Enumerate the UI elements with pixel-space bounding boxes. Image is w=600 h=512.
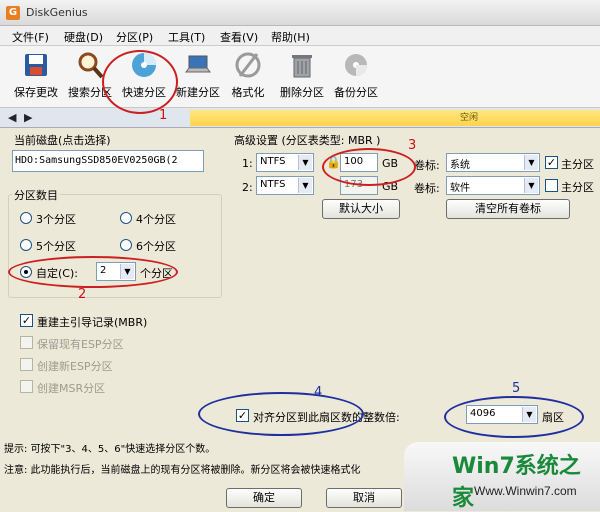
row1-filesystem-value: NTFS	[260, 156, 286, 167]
menu-file[interactable]: 文件(F)	[12, 29, 49, 45]
app-icon: G	[6, 6, 20, 20]
row1-volume-label-text: 卷标:	[414, 159, 440, 172]
menu-tools[interactable]: 工具(T)	[168, 29, 205, 45]
row1-primary-label: 主分区	[561, 158, 594, 171]
new-partition-button[interactable]: 新建分区	[172, 50, 224, 106]
menu-help[interactable]: 帮助(H)	[271, 29, 310, 45]
row2-volume-value: 软件	[450, 183, 470, 194]
row2-index: 2:	[242, 181, 253, 194]
laptop-icon	[185, 55, 211, 73]
window-title: DiskGenius	[26, 6, 88, 19]
row2-volume-label-text: 卷标:	[414, 182, 440, 195]
create-msr-label: 创建MSR分区	[37, 382, 106, 395]
save-changes-button[interactable]: 保存更改	[10, 50, 62, 106]
radio-3-partitions[interactable]	[20, 212, 32, 224]
current-disk-selector[interactable]: HDO:SamsungSSD850EV0250GB(2	[12, 150, 204, 172]
warning-text: 注意: 此功能执行后，当前磁盘上的现有分区将被删除。新分区将会被快速格式化	[4, 465, 361, 476]
chevron-down-icon: ▼	[524, 155, 538, 170]
current-disk-label: 当前磁盘(点击选择)	[14, 134, 111, 147]
cancel-button[interactable]: 取消	[326, 488, 402, 508]
chevron-down-icon: ▼	[298, 178, 312, 193]
create-esp-checkbox[interactable]	[20, 358, 33, 371]
annotation-number-3: 3	[408, 138, 417, 153]
format-label: 格式化	[231, 86, 265, 99]
row2-filesystem-value: NTFS	[260, 179, 286, 190]
trash-icon	[292, 55, 312, 78]
annotation-ring-1	[102, 50, 178, 114]
disk-free-banner: 空闲	[190, 110, 600, 126]
annotation-ring-4	[198, 392, 364, 436]
menu-disk[interactable]: 硬盘(D)	[64, 29, 103, 45]
radio-6-label: 6个分区	[136, 240, 176, 253]
row1-primary-checkbox[interactable]: ✓	[545, 156, 558, 169]
back-arrow-icon[interactable]: ◀	[8, 111, 16, 124]
menu-view[interactable]: 查看(V)	[220, 29, 258, 45]
radio-4-label: 4个分区	[136, 213, 176, 226]
annotation-ring-3	[322, 148, 416, 186]
row1-filesystem-select[interactable]: NTFS ▼	[256, 153, 314, 172]
menu-partition[interactable]: 分区(P)	[116, 29, 153, 45]
rebuild-mbr-label: 重建主引导记录(MBR)	[37, 316, 148, 329]
forward-arrow-icon[interactable]: ▶	[24, 111, 32, 124]
delete-partition-label: 删除分区	[280, 86, 324, 99]
chevron-down-icon: ▼	[298, 155, 312, 170]
row1-index: 1:	[242, 157, 253, 170]
annotation-number-1: 1	[159, 108, 168, 123]
annotation-number-5: 5	[512, 381, 521, 396]
create-esp-label: 创建新ESP分区	[37, 360, 113, 373]
rebuild-mbr-checkbox[interactable]: ✓	[20, 314, 33, 327]
row2-filesystem-select[interactable]: NTFS ▼	[256, 176, 314, 195]
backup-partition-label: 备份分区	[334, 86, 378, 99]
tip-text: 提示: 可按下"3、4、5、6"快速选择分区个数。	[4, 444, 216, 455]
free-space-label: 空闲	[460, 113, 479, 123]
format-disk-icon	[235, 52, 261, 78]
save-icon	[25, 54, 47, 76]
row1-volume-value: 系统	[450, 160, 470, 171]
default-size-button[interactable]: 默认大小	[322, 199, 400, 219]
watermark-brand: Win7系统之家	[452, 454, 581, 511]
backup-partition-button[interactable]: 备份分区	[330, 50, 382, 106]
row2-primary-label: 主分区	[561, 181, 594, 194]
chevron-down-icon: ▼	[524, 178, 538, 193]
row2-primary-checkbox[interactable]	[545, 179, 558, 192]
magnifier-icon	[78, 52, 104, 79]
format-button[interactable]: 格式化	[222, 50, 274, 106]
advanced-settings-title: 高级设置 (分区表类型: MBR )	[234, 134, 381, 147]
annotation-number-2: 2	[78, 287, 87, 302]
ok-button[interactable]: 确定	[226, 488, 302, 508]
partition-count-title: 分区数目	[12, 187, 60, 203]
save-changes-label: 保存更改	[14, 86, 58, 99]
annotation-ring-5	[444, 396, 584, 438]
radio-3-label: 3个分区	[36, 213, 76, 226]
radio-5-label: 5个分区	[36, 240, 76, 253]
radio-4-partitions[interactable]	[120, 212, 132, 224]
delete-partition-button[interactable]: 删除分区	[276, 50, 328, 106]
radio-6-partitions[interactable]	[120, 239, 132, 251]
toolbar: 保存更改 搜索分区 快速分区 新建分区 格式化 删除分区 备份分区	[0, 46, 600, 108]
watermark: Win7系统之家 Www.Winwin7.com	[404, 442, 600, 511]
keep-esp-label: 保留现有ESP分区	[37, 338, 124, 351]
clear-all-labels-button[interactable]: 清空所有卷标	[446, 199, 570, 219]
new-partition-label: 新建分区	[176, 86, 220, 99]
row1-volume-select[interactable]: 系统 ▼	[446, 153, 540, 172]
create-msr-checkbox[interactable]	[20, 380, 33, 393]
backup-icon	[345, 54, 367, 76]
menu-bar: 文件(F) 硬盘(D) 分区(P) 工具(T) 查看(V) 帮助(H)	[0, 26, 600, 46]
annotation-ring-2	[8, 256, 178, 288]
annotation-number-4: 4	[314, 385, 323, 400]
radio-5-partitions[interactable]	[20, 239, 32, 251]
title-bar: G DiskGenius	[0, 0, 600, 26]
row2-volume-select[interactable]: 软件 ▼	[446, 176, 540, 195]
watermark-url: Www.Winwin7.com	[474, 484, 577, 498]
keep-esp-checkbox[interactable]	[20, 336, 33, 349]
